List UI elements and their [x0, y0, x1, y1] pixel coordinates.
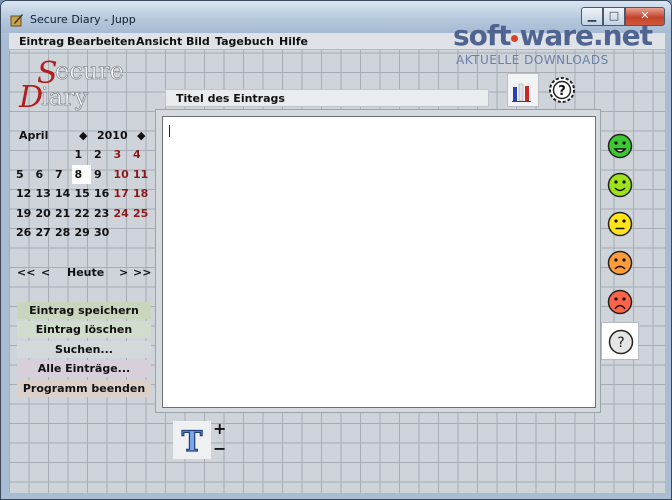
calendar-day[interactable]: 30: [91, 223, 111, 243]
sad-icon: [607, 250, 633, 276]
calendar-day[interactable]: 11: [130, 165, 150, 185]
next-month-button[interactable]: >: [119, 266, 128, 279]
calendar-day[interactable]: 10: [111, 165, 131, 185]
menu-bild[interactable]: Bild: [186, 35, 210, 48]
app-window: Secure Diary - Jupp ▁ □ ✕ Eintrag Bearbe…: [0, 0, 672, 500]
calendar-day[interactable]: 7: [52, 165, 72, 185]
secure-diary-logo: ecure S iary D: [18, 56, 124, 111]
month-spinner-icon[interactable]: ◆: [79, 129, 87, 142]
calendar-day[interactable]: 4: [130, 145, 150, 165]
svg-text:?: ?: [558, 84, 566, 99]
calendar-day[interactable]: 5: [13, 165, 33, 185]
statistics-button[interactable]: [507, 73, 539, 107]
calendar-day[interactable]: 26: [13, 223, 33, 243]
year-spinner-icon[interactable]: ◆: [137, 129, 145, 142]
calendar-navigation: << < Heute > >>: [13, 264, 153, 282]
text-format-icon: T: [181, 424, 203, 458]
menu-eintrag[interactable]: Eintrag: [19, 35, 64, 48]
font-increase-button[interactable]: +: [213, 419, 226, 438]
svg-text:iary: iary: [41, 83, 88, 111]
calendar-day[interactable]: 28: [52, 223, 72, 243]
menu-hilfe[interactable]: Hilfe: [279, 35, 308, 48]
menu-ansicht[interactable]: Ansicht: [136, 35, 182, 48]
mood-option[interactable]: [601, 166, 639, 204]
calendar-month: April: [19, 129, 49, 142]
entry-title-label: Titel des Eintrags: [176, 92, 285, 105]
save-entry-button[interactable]: Eintrag speichern: [17, 302, 151, 319]
client-area: Eintrag Bearbeiten Ansicht Bild Tagebuch…: [9, 33, 665, 493]
quit-button[interactable]: Programm beenden: [17, 380, 151, 397]
calendar-day[interactable]: 1: [72, 145, 92, 165]
next-year-button[interactable]: >>: [133, 266, 151, 279]
calendar-day[interactable]: 20: [33, 204, 53, 224]
calendar-day[interactable]: 25: [130, 204, 150, 224]
help-gear-icon: ?: [549, 77, 575, 103]
svg-text:D: D: [18, 80, 43, 111]
neutral-icon: [607, 211, 633, 237]
calendar-day[interactable]: 6: [33, 165, 53, 185]
calendar-day[interactable]: 27: [33, 223, 53, 243]
calendar-day[interactable]: 8: [71, 164, 91, 184]
all-entries-button[interactable]: Alle Einträge...: [17, 360, 151, 377]
font-style-button[interactable]: T: [173, 421, 211, 459]
entry-editor-frame: [155, 109, 601, 413]
calendar-day[interactable]: 13: [33, 184, 53, 204]
prev-year-button[interactable]: <<: [17, 266, 35, 279]
very-happy-icon: [607, 133, 633, 159]
calendar-day[interactable]: 18: [130, 184, 150, 204]
today-button[interactable]: Heute: [67, 266, 104, 279]
calendar-day[interactable]: 17: [111, 184, 131, 204]
svg-text:ecure: ecure: [55, 57, 124, 85]
calendar-day[interactable]: 14: [52, 184, 72, 204]
font-decrease-button[interactable]: −: [213, 439, 226, 458]
calendar-day[interactable]: 9: [91, 165, 111, 185]
calendar-day[interactable]: 3: [111, 145, 131, 165]
mood-option[interactable]: ?: [601, 322, 639, 360]
text-cursor: [169, 125, 170, 137]
calendar-day[interactable]: 2: [91, 145, 111, 165]
unknown-mood-icon: ?: [608, 329, 634, 355]
bar-chart-icon: [512, 83, 531, 102]
svg-text:T: T: [182, 425, 203, 458]
calendar-day[interactable]: 22: [72, 204, 92, 224]
minimize-button[interactable]: ▁: [581, 7, 603, 26]
delete-entry-button[interactable]: Eintrag löschen: [17, 321, 151, 338]
mood-option[interactable]: [601, 205, 639, 243]
svg-text:?: ?: [617, 335, 624, 351]
menu-tagebuch[interactable]: Tagebuch: [215, 35, 274, 48]
calendar-day[interactable]: 12: [13, 184, 33, 204]
calendar-day[interactable]: 16: [91, 184, 111, 204]
mood-option[interactable]: [601, 283, 639, 321]
title-bar[interactable]: Secure Diary - Jupp ▁ □ ✕: [1, 1, 671, 33]
entry-title-field[interactable]: Titel des Eintrags: [165, 89, 489, 107]
close-button[interactable]: ✕: [625, 7, 665, 26]
help-button[interactable]: ?: [545, 73, 579, 107]
calendar-day[interactable]: 29: [72, 223, 92, 243]
window-title: Secure Diary - Jupp: [30, 13, 136, 26]
calendar-day[interactable]: 24: [111, 204, 131, 224]
very-sad-icon: [607, 289, 633, 315]
calendar-day[interactable]: 23: [91, 204, 111, 224]
calendar-day[interactable]: 21: [52, 204, 72, 224]
maximize-button[interactable]: □: [603, 7, 625, 26]
calendar-day[interactable]: 19: [13, 204, 33, 224]
entry-text-area[interactable]: [162, 116, 596, 408]
menu-bar: Eintrag Bearbeiten Ansicht Bild Tagebuch…: [9, 33, 665, 50]
menu-bearbeiten[interactable]: Bearbeiten: [67, 35, 135, 48]
mood-option[interactable]: [601, 127, 639, 165]
prev-month-button[interactable]: <: [41, 266, 50, 279]
diary-app-icon: [10, 14, 23, 27]
calendar-day[interactable]: 15: [72, 184, 92, 204]
happy-icon: [607, 172, 633, 198]
search-button[interactable]: Suchen...: [17, 341, 151, 358]
calendar-year: 2010: [97, 129, 128, 142]
mood-option[interactable]: [601, 244, 639, 282]
